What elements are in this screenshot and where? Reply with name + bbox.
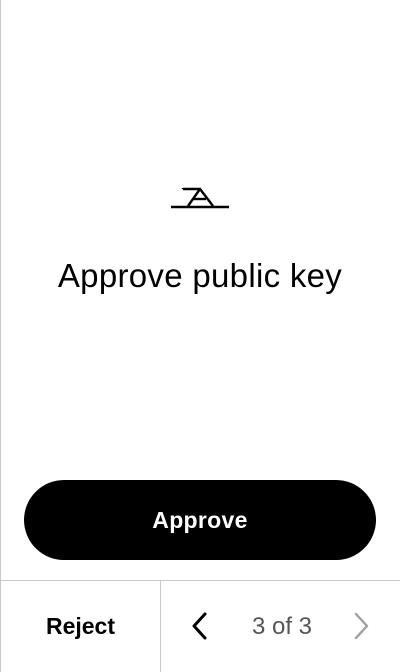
approve-button[interactable]: Approve — [24, 480, 376, 560]
page-title: Approve public key — [57, 257, 343, 294]
reject-button-label: Reject — [45, 613, 116, 639]
page-indicator: 3 of 3 — [251, 612, 313, 640]
next-page-button[interactable] — [344, 609, 378, 643]
footer-bar: Reject 3 of 3 — [0, 580, 400, 672]
previous-page-button[interactable] — [183, 609, 217, 643]
left-border — [0, 0, 1, 672]
approve-button-label: Approve — [152, 506, 248, 533]
reject-button[interactable]: Reject — [1, 581, 160, 672]
chevron-left-icon — [192, 612, 207, 640]
pager: 3 of 3 — [161, 581, 400, 672]
chevron-right-icon — [354, 612, 369, 640]
trezor-logo-icon — [169, 185, 231, 211]
